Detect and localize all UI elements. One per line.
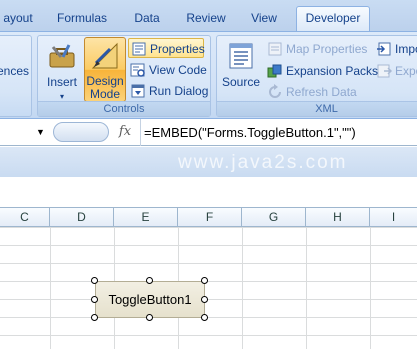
properties-icon — [132, 42, 146, 56]
expansion-packs-button[interactable]: Expansion Packs — [265, 61, 379, 81]
sheet-spacer — [0, 177, 417, 207]
ribbon-group-controls: Insert ▾ Design Mode Properties View Cod… — [37, 35, 211, 117]
export-label: Expo — [395, 64, 417, 78]
tab-developer[interactable]: Developer — [296, 6, 370, 32]
import-label: Impo — [395, 42, 417, 56]
grid-line — [306, 227, 307, 349]
column-header-e[interactable]: E — [114, 208, 178, 227]
design-mode-label-line2: Mode — [89, 87, 121, 101]
tab-formulas[interactable]: Formulas — [52, 7, 112, 31]
run-dialog-label: Run Dialog — [149, 84, 209, 98]
resize-handle[interactable] — [91, 296, 98, 303]
worksheet-grid[interactable] — [0, 227, 417, 349]
map-properties-button[interactable]: Map Properties — [265, 39, 369, 59]
import-button[interactable]: Impo — [374, 39, 417, 59]
export-button[interactable]: Expo — [374, 61, 417, 81]
chevron-down-icon[interactable]: ▼ — [36, 127, 45, 137]
tab-page-layout[interactable]: ayout — [0, 7, 36, 31]
formula-bar-splitter[interactable] — [53, 122, 109, 142]
ruler-pencil-icon — [91, 42, 118, 69]
name-box[interactable]: ▼ — [0, 122, 48, 142]
view-code-button[interactable]: View Code — [128, 60, 208, 80]
ribbon: ences Insert ▾ Design Mode Properties Vi… — [0, 31, 417, 119]
grid-line — [50, 227, 51, 349]
watermark-band: www.java2s.com — [0, 147, 417, 177]
tab-data[interactable]: Data — [128, 7, 166, 31]
formula-input[interactable]: =EMBED("Forms.ToggleButton.1","") — [140, 119, 356, 146]
import-icon — [377, 42, 391, 56]
insert-function-button[interactable]: fx — [114, 123, 136, 141]
properties-button[interactable]: Properties — [128, 38, 205, 58]
map-properties-icon — [268, 42, 282, 56]
export-icon — [377, 64, 392, 78]
run-dialog-button[interactable]: Run Dialog — [128, 81, 208, 101]
source-label: Source — [221, 75, 261, 89]
column-header-f[interactable]: F — [178, 208, 242, 227]
controls-group-label: Controls — [38, 101, 210, 116]
resize-handle[interactable] — [146, 314, 153, 321]
column-header-i[interactable]: I — [370, 208, 417, 227]
partial-group-label: ences — [0, 64, 30, 78]
map-properties-label: Map Properties — [286, 42, 368, 56]
view-code-icon — [130, 63, 145, 77]
grid-line — [242, 227, 243, 349]
xml-group-label: XML — [217, 101, 417, 116]
column-header-c[interactable]: C — [0, 208, 50, 227]
ribbon-tab-bar: ayout Formulas Data Review View Develope… — [0, 0, 417, 32]
refresh-data-label: Refresh Data — [286, 85, 357, 99]
refresh-data-button[interactable]: Refresh Data — [265, 82, 369, 102]
resize-handle[interactable] — [201, 296, 208, 303]
resize-handle[interactable] — [91, 314, 98, 321]
expansion-packs-icon — [267, 64, 282, 78]
view-code-label: View Code — [149, 63, 207, 77]
xml-source-icon — [229, 43, 253, 69]
grid-line — [370, 227, 371, 349]
ribbon-group-xml: Source Map Properties Expansion Packs Re… — [216, 35, 417, 117]
tab-review[interactable]: Review — [182, 7, 230, 31]
column-header-d[interactable]: D — [50, 208, 114, 227]
tab-view[interactable]: View — [246, 7, 282, 31]
watermark-text: www.java2s.com — [178, 152, 348, 173]
column-headers: C D E F G H I — [0, 207, 417, 227]
toggle-button-control[interactable]: ToggleButton1 — [95, 281, 205, 318]
expansion-packs-label: Expansion Packs — [286, 64, 379, 78]
column-header-g[interactable]: G — [242, 208, 306, 227]
design-mode-button[interactable]: Design Mode — [84, 37, 126, 102]
insert-button[interactable]: Insert ▾ — [42, 38, 82, 102]
resize-handle[interactable] — [201, 314, 208, 321]
insert-label: Insert — [46, 75, 77, 89]
source-button[interactable]: Source — [220, 38, 262, 102]
toolbox-icon — [49, 44, 75, 68]
properties-label: Properties — [150, 42, 205, 56]
run-dialog-icon — [131, 84, 145, 98]
refresh-icon — [269, 84, 281, 98]
resize-handle[interactable] — [201, 277, 208, 284]
resize-handle[interactable] — [146, 277, 153, 284]
resize-handle[interactable] — [91, 277, 98, 284]
formula-bar: ▼ fx =EMBED("Forms.ToggleButton.1","") — [0, 119, 417, 146]
column-header-h[interactable]: H — [306, 208, 370, 227]
ribbon-group-partial: ences — [0, 35, 32, 117]
